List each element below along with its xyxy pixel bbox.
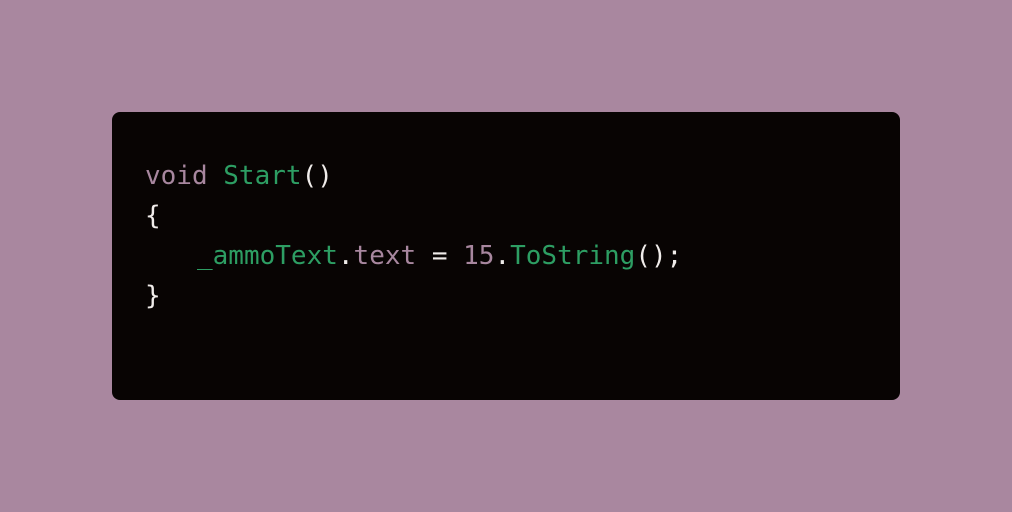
parentheses: () — [301, 161, 333, 191]
code-line-2: { — [145, 196, 900, 236]
keyword-void: void — [145, 161, 208, 191]
open-brace: { — [145, 201, 161, 231]
code-line-1: void Start() — [145, 156, 900, 196]
code-line-3: _ammoText.text = 15.ToString(); — [145, 236, 900, 276]
method-access-dot: . — [494, 241, 511, 271]
property-name: text — [353, 241, 417, 271]
call-terminator: (); — [635, 241, 683, 271]
close-brace: } — [145, 281, 161, 311]
code-line-4: } — [145, 276, 900, 316]
function-name: Start — [223, 161, 302, 191]
field-identifier: _ammoText — [197, 241, 338, 271]
assignment-operator: = — [416, 241, 464, 271]
code-snippet-card: void Start() { _ammoText.text = 15.ToStr… — [112, 112, 900, 400]
method-name: ToString — [510, 241, 636, 271]
number-literal: 15 — [463, 241, 495, 271]
member-access-dot: . — [337, 241, 354, 271]
